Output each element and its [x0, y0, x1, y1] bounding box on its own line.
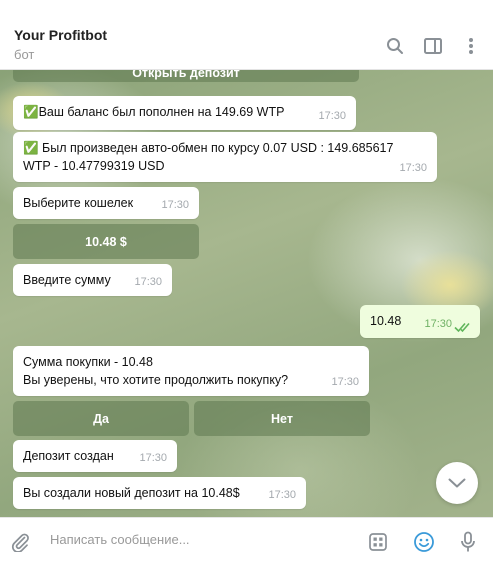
- no-button[interactable]: Нет: [194, 401, 370, 436]
- choose-wallet-text: Выберите кошелек: [23, 196, 134, 210]
- scroll-down-button[interactable]: [436, 462, 478, 504]
- message-list[interactable]: Открыть депозит ✅Ваш баланс был пополнен…: [0, 70, 493, 517]
- open-deposit-button[interactable]: Открыть депозит: [13, 70, 359, 82]
- enter-amount-message: Введите сумму 17:30: [13, 264, 172, 296]
- confirm-purchase-message: Сумма покупки - 10.48 Вы уверены, что хо…: [13, 346, 369, 396]
- yes-button-label: Да: [93, 411, 109, 426]
- exchange-message-line2: WTP - 10.47799319 USD: [23, 159, 165, 173]
- amount-button-label: 10.48 $: [85, 234, 127, 249]
- yes-button[interactable]: Да: [13, 401, 189, 436]
- message-time: 17:30: [161, 199, 189, 211]
- bot-commands-icon[interactable]: [367, 531, 389, 553]
- message-time: 17:30: [331, 376, 359, 388]
- exchange-message: ✅ Был произведен авто-обмен по курсу 0.0…: [13, 132, 437, 182]
- double-check-icon: [454, 322, 470, 333]
- deposit-created-text: Депозит создан: [23, 449, 114, 463]
- message-time: 17:30: [268, 489, 296, 501]
- message-input[interactable]: Написать сообщение...: [50, 532, 340, 552]
- message-time: 17:30: [424, 318, 452, 330]
- chat-title[interactable]: Your Profitbot: [14, 27, 107, 43]
- search-icon[interactable]: [384, 35, 406, 57]
- microphone-icon[interactable]: [457, 531, 479, 553]
- message-time: 17:30: [318, 110, 346, 122]
- balance-message-text: ✅Ваш баланс был пополнен на 149.69 WTP: [23, 105, 285, 119]
- message-time: 17:30: [399, 162, 427, 174]
- message-composer: Написать сообщение...: [0, 517, 493, 565]
- deposit-created-message: Депозит создан 17:30: [13, 440, 177, 472]
- paperclip-icon[interactable]: [9, 531, 31, 553]
- confirm-line2: Вы уверены, что хотите продолжить покупк…: [23, 373, 289, 387]
- no-button-label: Нет: [271, 411, 293, 426]
- sidebar-toggle-icon[interactable]: [422, 35, 444, 57]
- amount-button[interactable]: 10.48 $: [13, 224, 199, 259]
- more-vertical-icon[interactable]: [460, 35, 482, 57]
- outgoing-message: 10.48 17:30: [360, 305, 480, 338]
- exchange-message-line1: ✅ Был произведен авто-обмен по курсу 0.0…: [23, 141, 394, 155]
- new-deposit-message: Вы создали новый депозит на 10.48$ 17:30: [13, 477, 306, 509]
- message-time: 17:30: [134, 276, 162, 288]
- new-deposit-text: Вы создали новый депозит на 10.48$: [23, 486, 240, 500]
- confirm-line1: Сумма покупки - 10.48: [23, 355, 153, 369]
- enter-amount-text: Введите сумму: [23, 273, 111, 287]
- open-deposit-button-label: Открыть депозит: [132, 70, 240, 80]
- choose-wallet-message: Выберите кошелек 17:30: [13, 187, 199, 219]
- outgoing-message-text: 10.48: [370, 314, 402, 328]
- emoji-icon[interactable]: [413, 531, 435, 553]
- chat-subtitle: бот: [14, 47, 35, 62]
- chat-header: Your Profitbot бот: [0, 0, 493, 70]
- message-time: 17:30: [139, 452, 167, 464]
- chevron-down-icon: [448, 478, 466, 488]
- balance-message: ✅Ваш баланс был пополнен на 149.69 WTP 1…: [13, 96, 356, 130]
